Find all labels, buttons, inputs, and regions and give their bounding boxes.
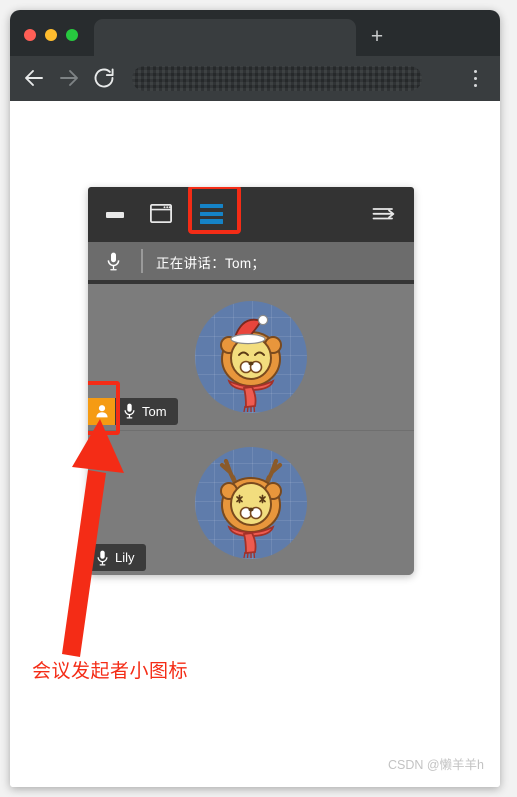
meeting-window: 正在讲话：Tom； Tom Lily <box>88 187 414 575</box>
host-badge-icon <box>88 397 115 425</box>
speaking-status-bar: 正在讲话：Tom； <box>88 242 414 284</box>
csdn-watermark: CSDN @懒羊羊h <box>387 758 484 772</box>
window-minimize-button[interactable] <box>45 29 57 41</box>
gallery-view-icon[interactable] <box>149 203 173 224</box>
participant-name: Tom <box>142 403 167 419</box>
participant-tile-tom[interactable]: Tom <box>88 284 414 435</box>
meeting-toolbar <box>88 187 414 242</box>
avatar-tom <box>195 300 307 413</box>
participant-stage: Tom Lily <box>88 284 414 575</box>
forward-arrow-icon[interactable] <box>57 66 81 90</box>
avatar-lily <box>195 447 307 560</box>
browser-tab-strip: + <box>10 10 500 56</box>
minimize-icon[interactable] <box>106 212 124 218</box>
participant-name: Lily <box>115 550 135 565</box>
microphone-icon <box>124 403 135 419</box>
kebab-menu-icon[interactable] <box>467 68 485 90</box>
browser-window: + 正在讲话：Tom； Tom Lily 会议发起者小图标 CSDN @懒羊羊h <box>10 10 500 787</box>
microphone-icon <box>107 252 120 271</box>
address-bar[interactable] <box>132 66 422 91</box>
speaking-status-text: 正在讲话：Tom； <box>156 256 266 271</box>
window-close-button[interactable] <box>24 29 36 41</box>
list-view-icon[interactable] <box>200 204 223 224</box>
participant-tile-lily[interactable]: Lily <box>88 429 414 575</box>
window-maximize-button[interactable] <box>66 29 78 41</box>
page-background: + 正在讲话：Tom； Tom Lily 会议发起者小图标 CSDN @懒羊羊h <box>0 0 517 797</box>
annotation-caption: 会议发起者小图标 <box>32 661 189 682</box>
name-pill-lily: Lily <box>88 544 146 571</box>
browser-navigation-bar <box>10 56 500 102</box>
new-tab-button[interactable]: + <box>365 26 389 50</box>
back-arrow-icon[interactable] <box>22 66 46 90</box>
status-divider <box>141 249 143 273</box>
leave-meeting-icon[interactable] <box>372 205 396 224</box>
page-viewport: 正在讲话：Tom； Tom Lily 会议发起者小图标 CSDN @懒羊羊h <box>10 101 500 787</box>
browser-tab[interactable] <box>94 19 356 56</box>
reload-icon[interactable] <box>92 66 116 90</box>
microphone-icon <box>97 550 108 566</box>
name-pill-tom: Tom <box>88 380 178 435</box>
